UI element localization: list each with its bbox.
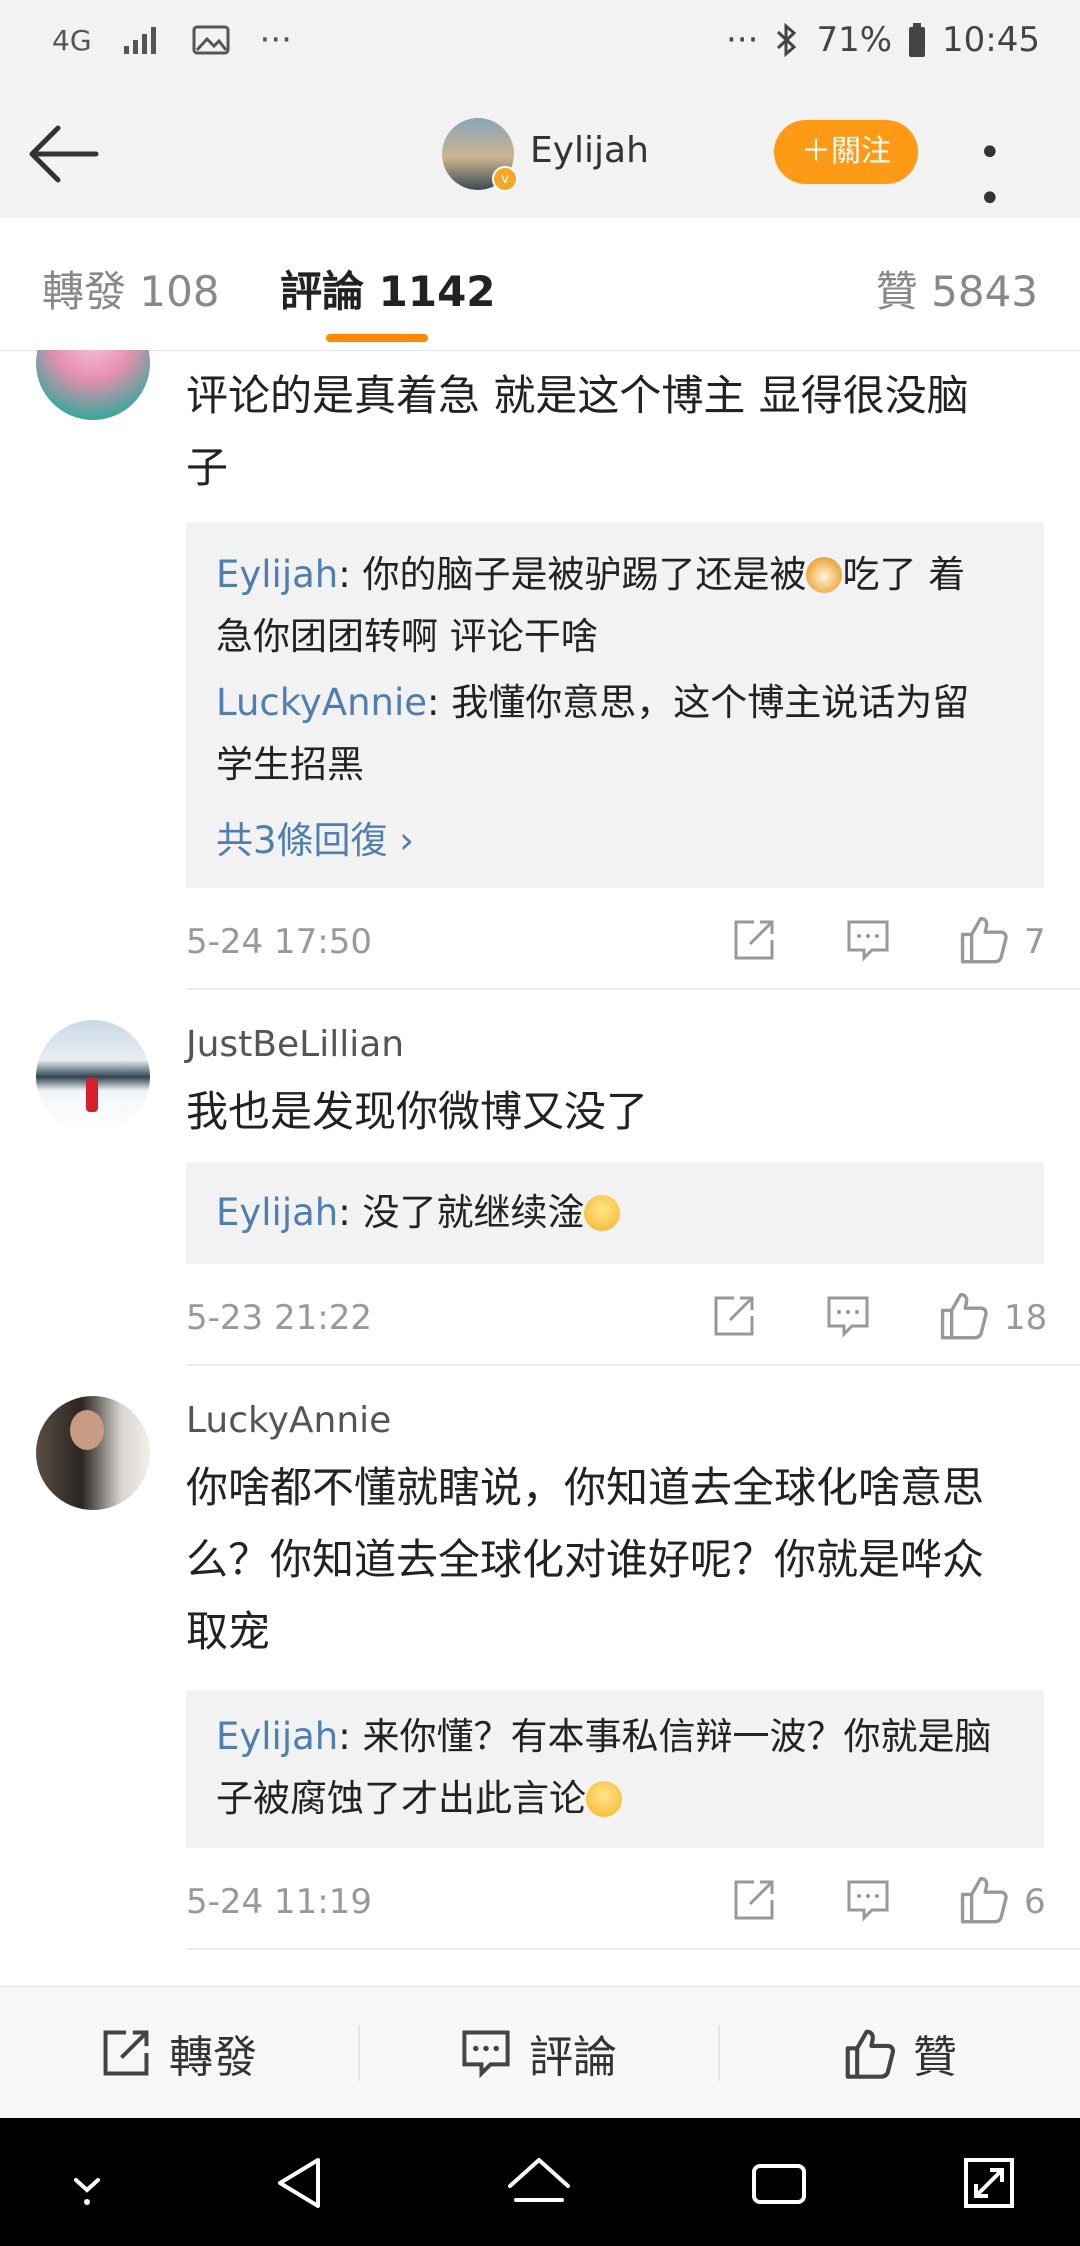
like-label: 贊 <box>913 2032 957 2083</box>
comment-text: 评论的是真着急 就是这个博主 显得很没脑 子 <box>186 371 969 492</box>
back-button[interactable] <box>26 118 106 190</box>
comment-username[interactable]: JustBeLillian <box>186 1024 404 1065</box>
like-button[interactable]: 贊 <box>720 1987 1080 2119</box>
hide-keyboard-icon[interactable] <box>52 2148 122 2218</box>
like-count: 18 <box>1004 1298 1048 1338</box>
comment-time: 5-23 21:22 <box>186 1298 372 1338</box>
reply-box[interactable]: Eylijah: 来你懂？有本事私信辩一波？你就是脑 子被腐蚀了才出此言论 <box>186 1690 1044 1848</box>
reply-item: Eylijah: 来你懂？有本事私信辩一波？你就是脑 子被腐蚀了才出此言论 <box>216 1715 992 1820</box>
active-tab-indicator <box>326 334 428 342</box>
doge-emoji-icon <box>806 557 843 593</box>
divider <box>186 1364 1080 1366</box>
verified-badge-icon: v <box>492 166 518 192</box>
reply-author-link[interactable]: LuckyAnnie <box>216 681 427 724</box>
status-left: 4G ··· <box>52 20 292 60</box>
like-icon[interactable] <box>958 1874 1008 1924</box>
battery-icon <box>909 23 926 57</box>
profile-username[interactable]: Eylijah <box>530 130 649 171</box>
reply-item: Eylijah: 你的脑子是被驴踢了还是被 吃了 着 急你团团转啊 评论干啥 <box>216 553 966 658</box>
reply-icon[interactable] <box>826 1294 870 1338</box>
avatar[interactable] <box>36 1020 150 1134</box>
reply-item: LuckyAnnie: 我懂你意思，这个博主说话为留 学生招黑 <box>216 681 970 786</box>
comment-icon <box>462 2030 510 2078</box>
system-navigation-bar <box>0 2118 1080 2246</box>
like-icon[interactable] <box>958 914 1008 964</box>
reply-icon[interactable] <box>846 918 890 962</box>
reply-author-link[interactable]: Eylijah <box>216 553 338 596</box>
reply-author-link[interactable]: Eylijah <box>216 1715 338 1758</box>
status-right: ··· 71% 10:45 <box>726 20 1040 60</box>
comment-button[interactable]: 評論 <box>360 1987 718 2119</box>
like-icon[interactable] <box>938 1290 988 1340</box>
tab-likes[interactable]: 贊 5843 <box>876 258 1038 319</box>
repost-label: 轉發 <box>169 2032 257 2083</box>
comment-text: 我也是发现你微博又没了 <box>186 1087 649 1136</box>
home-icon[interactable] <box>504 2148 574 2218</box>
thumbs-up-icon <box>845 2029 895 2079</box>
avatar[interactable] <box>36 1396 150 1510</box>
share-icon[interactable] <box>732 918 776 962</box>
reply-item: Eylijah: 没了就继续淦 <box>216 1182 1016 1244</box>
clock: 10:45 <box>942 20 1040 60</box>
tab-comments[interactable]: 評論 1142 <box>280 258 496 319</box>
recent-apps-icon[interactable] <box>744 2148 814 2218</box>
bottom-action-bar: 轉發 評論 贊 <box>0 1986 1080 2119</box>
reply-box[interactable]: Eylijah: 没了就继续淦 <box>186 1162 1044 1264</box>
nav-bar: v Eylijah ＋關注 • • • <box>0 90 1080 268</box>
signal-icon <box>123 27 156 54</box>
fullscreen-icon[interactable] <box>954 2148 1024 2218</box>
comment-label: 評論 <box>529 2032 617 2083</box>
comment-time: 5-24 17:50 <box>186 922 372 962</box>
share-icon[interactable] <box>712 1294 756 1338</box>
like-count: 6 <box>1024 1882 1046 1922</box>
share-icon[interactable] <box>732 1878 776 1922</box>
network-indicator: 4G <box>52 23 92 57</box>
repost-button[interactable]: 轉發 <box>0 1987 358 2119</box>
tab-bar: 轉發 108 評論 1142 贊 5843 <box>0 218 1080 351</box>
bluetooth-icon <box>777 22 797 58</box>
grin-emoji-icon <box>586 1781 622 1817</box>
divider <box>186 988 1080 990</box>
tab-reposts[interactable]: 轉發 108 <box>42 258 220 319</box>
back-arrow-icon <box>29 125 99 183</box>
comment-username[interactable]: LuckyAnnie <box>186 1400 391 1441</box>
status-dots-left: ··· <box>259 20 292 60</box>
image-icon <box>192 25 230 55</box>
reply-icon[interactable] <box>846 1878 890 1922</box>
more-options-button[interactable]: • • • <box>978 130 1048 268</box>
comment-text: 你啥都不懂就瞎说，你知道去全球化啥意思 么？你知道去全球化对谁好呢？你就是哗众 … <box>186 1463 985 1656</box>
comment-time: 5-24 11:19 <box>186 1882 372 1922</box>
system-back-icon[interactable] <box>266 2148 336 2218</box>
repost-icon <box>103 2030 149 2076</box>
view-all-replies-link[interactable]: 共3條回復 › <box>216 810 414 864</box>
status-bar: 4G ··· ··· 71% 10:45 <box>0 0 1080 90</box>
reply-author-link[interactable]: Eylijah <box>216 1191 338 1234</box>
grin-emoji-icon <box>584 1195 621 1231</box>
reply-box[interactable]: Eylijah: 你的脑子是被驴踢了还是被 吃了 着 急你团团转啊 评论干啥 Lu… <box>186 522 1044 888</box>
status-dots-right: ··· <box>726 20 759 60</box>
like-count: 7 <box>1024 922 1046 962</box>
battery-percent: 71% <box>816 20 893 60</box>
follow-button[interactable]: ＋關注 <box>774 120 918 184</box>
divider <box>186 1948 1080 1950</box>
